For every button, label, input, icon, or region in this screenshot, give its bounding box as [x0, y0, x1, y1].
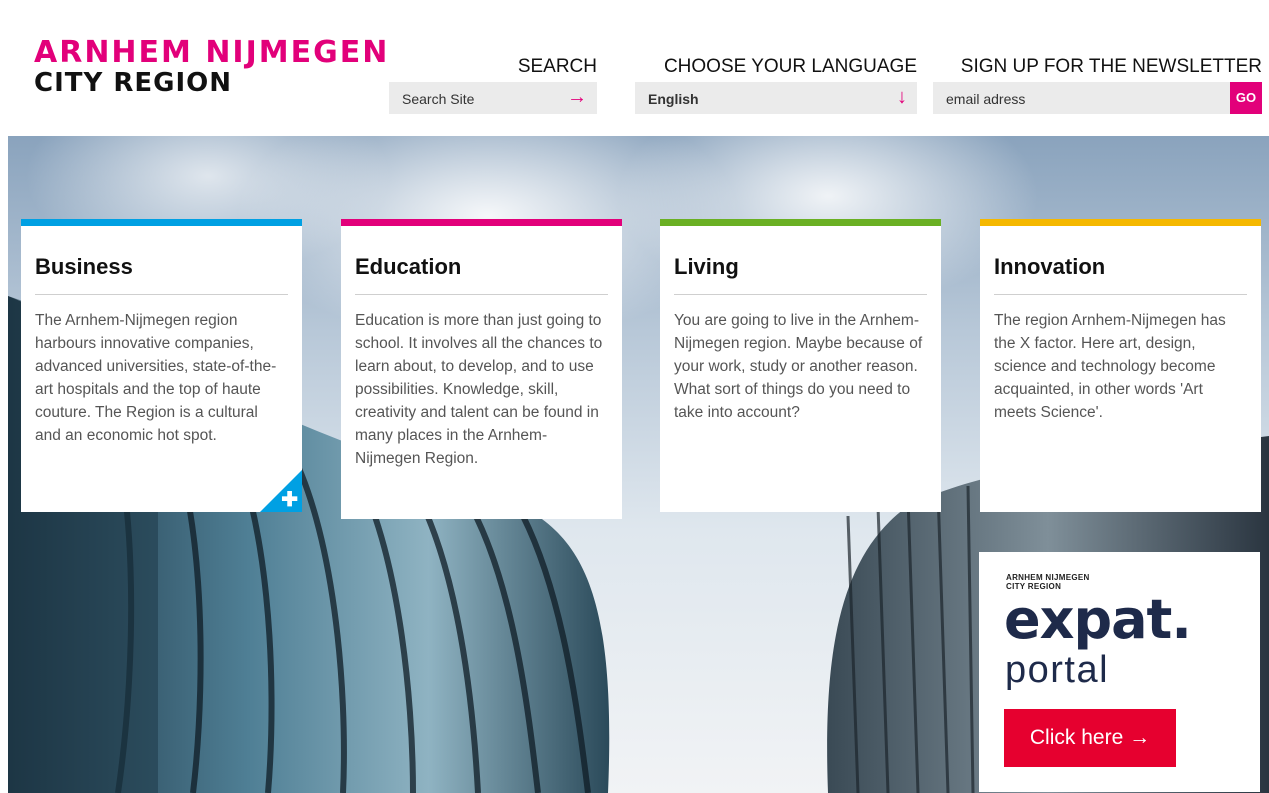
arrow-right-icon[interactable]: → — [567, 86, 587, 109]
card-text: The region Arnhem-Nijmegen has the X fac… — [994, 312, 1226, 421]
card-living[interactable]: Living You are going to live in the Arnh… — [660, 219, 941, 512]
card-title: Business — [35, 254, 288, 295]
language-group: CHOOSE YOUR LANGUAGE English ↓ — [635, 56, 917, 114]
card-innovation[interactable]: Innovation The region Arnhem-Nijmegen ha… — [980, 219, 1261, 512]
expat-portal-text: portal — [1005, 649, 1110, 691]
newsletter-go-button[interactable]: GO — [1230, 82, 1262, 114]
card-title: Living — [674, 254, 927, 295]
search-input[interactable]: Search Site → — [389, 82, 597, 114]
search-placeholder: Search Site — [402, 91, 475, 107]
newsletter-group: SIGN UP FOR THE NEWSLETTER email adress … — [933, 56, 1262, 114]
card-business[interactable]: Business The Arnhem-Nijmegen region harb… — [21, 219, 302, 512]
click-here-button[interactable]: Click here → — [1004, 709, 1176, 767]
site-logo[interactable]: ARNHEM NIJMEGEN CITY REGION — [34, 35, 390, 98]
language-select[interactable]: English ↓ — [635, 82, 917, 114]
arrow-down-icon[interactable]: ↓ — [897, 86, 907, 109]
plus-icon[interactable]: ✚ — [281, 490, 298, 510]
card-title: Education — [355, 254, 608, 295]
card-text: Education is more than just going to sch… — [355, 312, 603, 467]
expat-portal-banner[interactable]: ARNHEM NIJMEGEN CITY REGION expat. porta… — [979, 552, 1260, 792]
newsletter-email-input[interactable]: email adress GO — [933, 82, 1262, 114]
language-title: CHOOSE YOUR LANGUAGE — [663, 56, 917, 77]
newsletter-title: SIGN UP FOR THE NEWSLETTER — [960, 56, 1262, 77]
expat-brand: expat. — [1004, 588, 1192, 651]
logo-line-2: CITY REGION — [34, 68, 233, 98]
card-education[interactable]: Education Education is more than just go… — [341, 219, 622, 519]
newsletter-placeholder: email adress — [946, 91, 1026, 107]
expat-small-line-1: ARNHEM NIJMEGEN — [1006, 573, 1090, 582]
card-text: You are going to live in the Arnhem-Nijm… — [674, 312, 923, 421]
search-title: SEARCH — [517, 56, 597, 77]
logo-line-1: ARNHEM NIJMEGEN — [34, 35, 390, 70]
site-header: ARNHEM NIJMEGEN CITY REGION SEARCH Searc… — [0, 0, 1269, 136]
card-text: The Arnhem-Nijmegen region harbours inno… — [35, 312, 277, 444]
search-group: SEARCH Search Site → — [389, 56, 597, 114]
card-title: Innovation — [994, 254, 1247, 295]
language-selected: English — [648, 91, 699, 107]
